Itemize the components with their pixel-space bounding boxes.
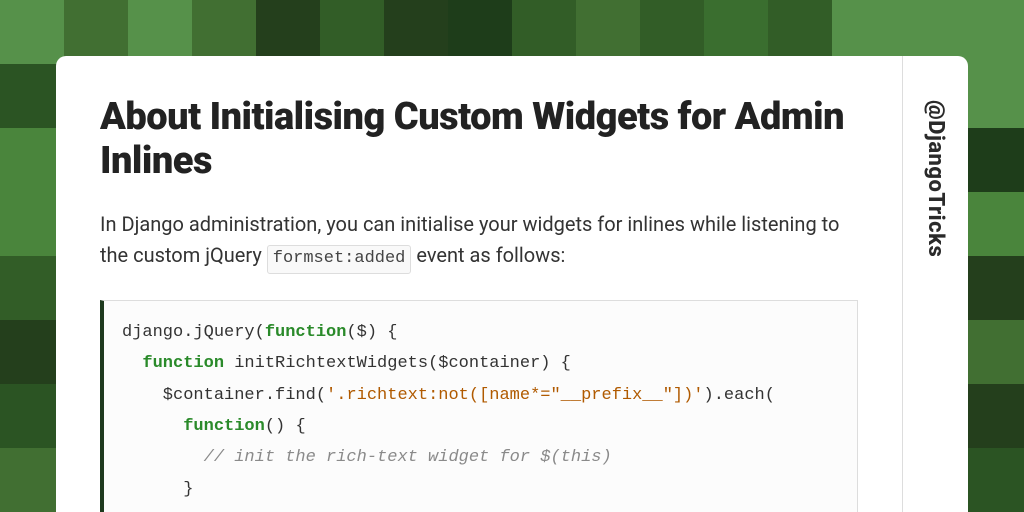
inline-code: formset:added (267, 245, 412, 273)
intro-text-after: event as follows: (411, 243, 565, 267)
article-content: About Initialising Custom Widgets for Ad… (56, 56, 902, 512)
sidebar: @DjangoTricks (902, 56, 968, 512)
article-intro: In Django administration, you can initia… (100, 209, 858, 273)
article-card: About Initialising Custom Widgets for Ad… (56, 56, 968, 512)
author-handle[interactable]: @DjangoTricks (923, 100, 948, 257)
code-block: django.jQuery(function($) { function ini… (100, 300, 858, 512)
article-title: About Initialising Custom Widgets for Ad… (100, 96, 858, 183)
